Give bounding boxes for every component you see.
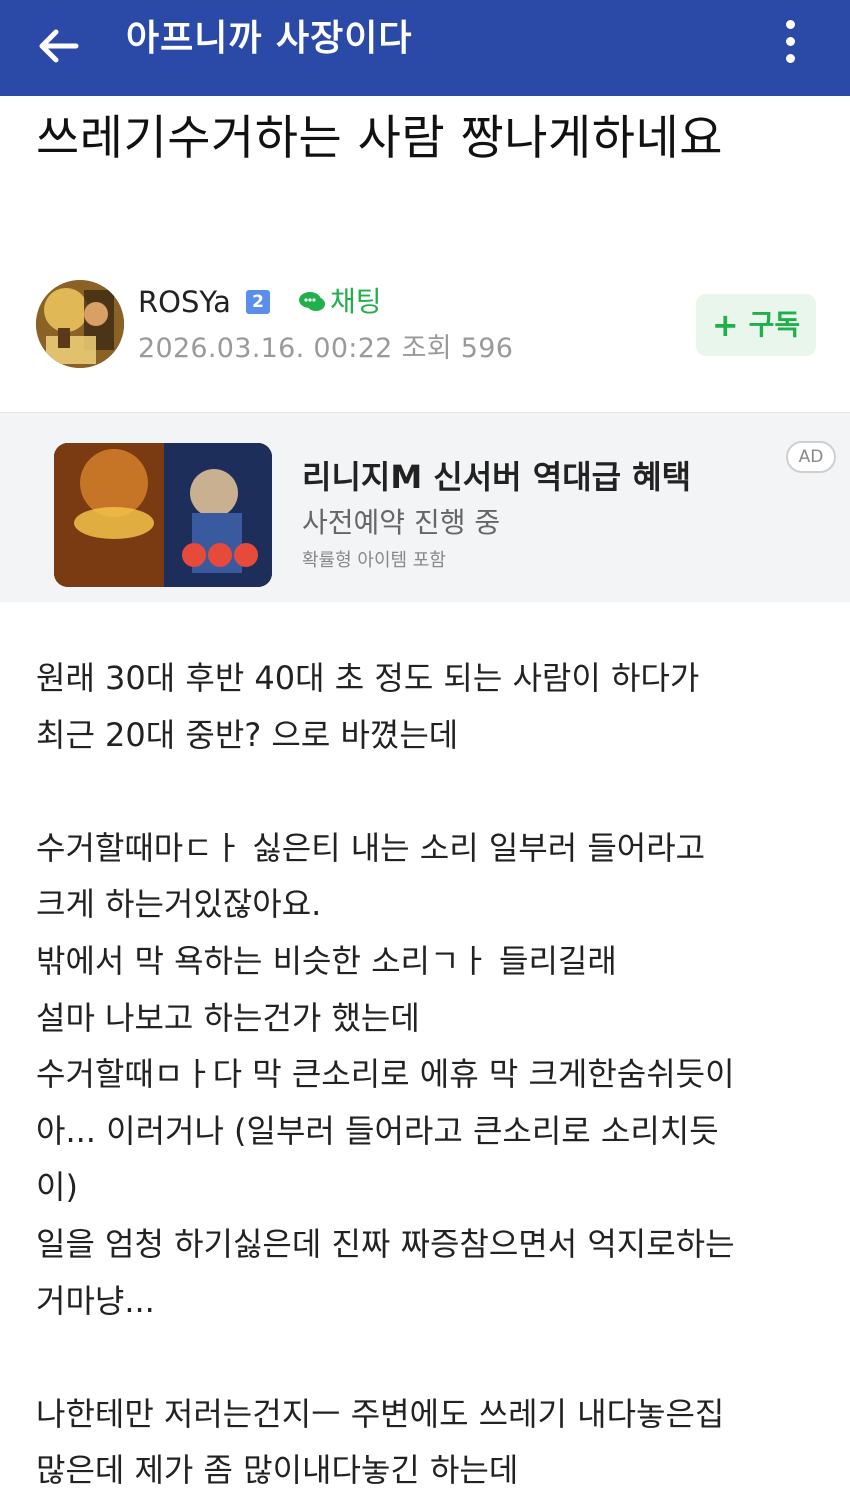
more-vertical-icon-dot — [785, 36, 795, 46]
author-name[interactable]: ROSYa — [138, 284, 231, 320]
ad-image[interactable] — [54, 443, 272, 587]
avatar-image — [36, 280, 124, 368]
ad-headline[interactable]: 리니지M 신서버 역대급 혜택 — [302, 457, 691, 497]
cafe-title[interactable]: 아프니까 사장이다 — [126, 14, 413, 64]
body-line: 크게 하는거있잖아요. — [36, 885, 322, 924]
more-vertical-icon-dot — [785, 53, 795, 63]
post-meta: 2026.03.16. 00:22 조회 596 — [138, 331, 513, 367]
post-title: 쓰레기수거하는 사람 짱나게하네요 — [36, 111, 723, 166]
body-line: 이) — [36, 1168, 78, 1207]
body-line: 거마냥... — [36, 1281, 155, 1320]
back-button[interactable] — [30, 18, 86, 74]
views-count: 596 — [460, 333, 514, 364]
plus-icon: + — [711, 306, 739, 344]
ad-badge[interactable]: AD — [786, 441, 836, 473]
body-line: 원래 30대 후반 40대 초 정도 되는 사람이 하다가 — [36, 659, 700, 697]
top-app-bar: 아프니까 사장이다 — [0, 0, 850, 96]
ad-note: 확률형 아이템 포함 — [302, 550, 446, 571]
body-line: 밖에서 막 욕하는 비슷한 소리ㄱㅏ 들리길래 — [36, 941, 617, 980]
chat-bubble-icon — [299, 292, 325, 311]
body-line — [36, 1329, 816, 1386]
body-line: 나한테만 저러는건지ㅡ 주변에도 쓰레기 내다놓은집 — [36, 1394, 725, 1433]
body-line: 설마 나보고 하는건가 했는데 — [36, 998, 420, 1037]
post-date: 2026.03.16. 00:22 — [138, 333, 393, 364]
body-line: 많은데 제가 좀 많이내다놓긴 하는데 — [36, 1451, 519, 1490]
more-vertical-icon — [785, 19, 795, 29]
body-line: 일을 엄청 하기싫은데 진짜 짜증참으면서 억지로하는 — [36, 1224, 735, 1263]
ad-banner[interactable]: 리니지M 신서버 역대급 혜택 사전예약 진행 중 확률형 아이템 포함 AD — [0, 412, 850, 602]
body-line: 아... 이러거나 (일부러 들어라고 큰소리로 소리치듯 — [36, 1111, 719, 1150]
author-avatar[interactable] — [36, 280, 124, 368]
subscribe-button[interactable]: + 구독 — [696, 294, 816, 356]
views-label: 조회 — [401, 333, 452, 364]
member-level-badge: 2 — [246, 290, 270, 314]
body-line — [36, 763, 816, 820]
ad-game-artwork — [54, 443, 272, 587]
ad-subline: 사전예약 진행 중 — [302, 506, 501, 539]
subscribe-label: 구독 — [748, 308, 801, 341]
more-options-button[interactable] — [770, 16, 810, 66]
body-line: 수거할때마ㄷㅏ 싫은티 내는 소리 일부러 들어라고 — [36, 828, 706, 867]
arrow-left-icon — [39, 29, 79, 63]
body-line: 수거할때ㅁㅏ다 막 큰소리로 에휴 막 크게한숨쉬듯이 — [36, 1055, 735, 1094]
body-line: 최근 20대 중반? 으로 바꼈는데 — [36, 715, 459, 754]
chat-link[interactable]: 채팅 — [298, 284, 382, 320]
chat-label: 채팅 — [330, 285, 382, 318]
post-body: 원래 30대 후반 40대 초 정도 되는 사람이 하다가최근 20대 중반? … — [36, 650, 816, 1499]
